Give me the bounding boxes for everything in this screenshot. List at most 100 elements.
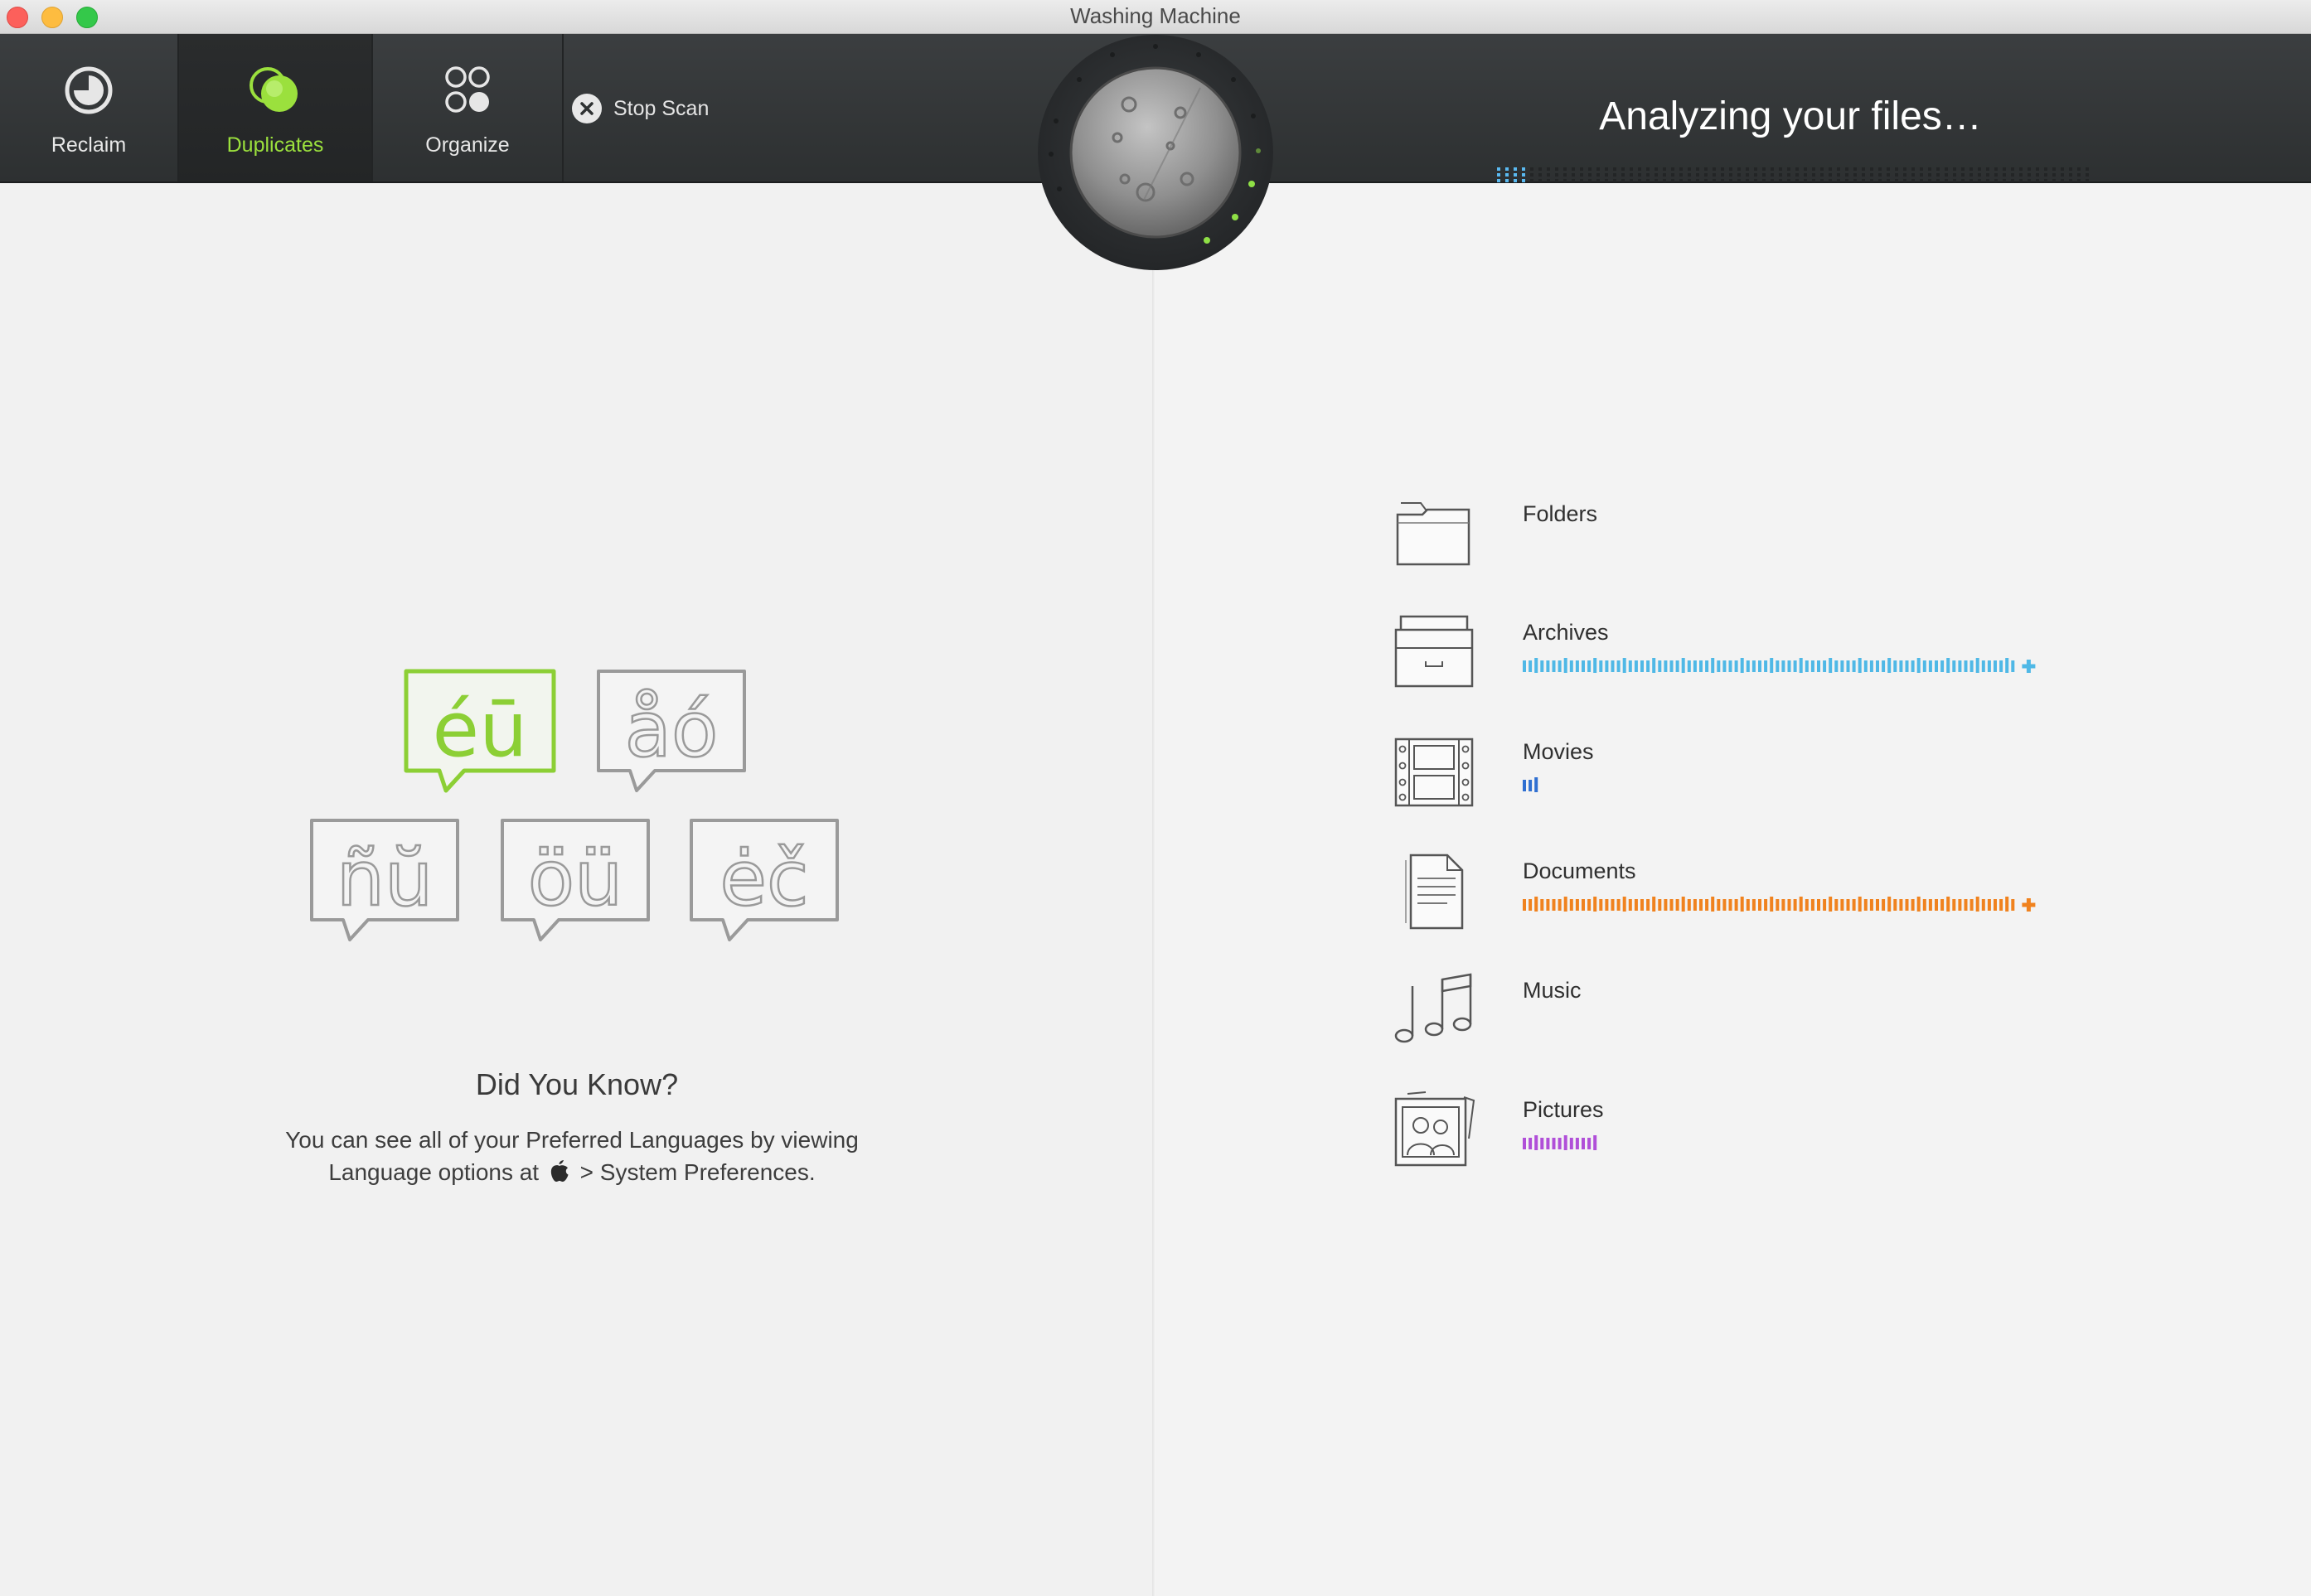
progress-dot-empty (1655, 167, 1658, 171)
category-bar-tick (1899, 899, 1903, 911)
progress-dot-empty (1994, 179, 1998, 182)
category-row[interactable]: Music (1393, 970, 2056, 1052)
category-bar-tick (1529, 780, 1533, 791)
archive-icon (1394, 615, 1474, 688)
category-bar-tick (1552, 899, 1556, 911)
category-bar-tick (1558, 660, 1562, 672)
progress-dot-empty (2077, 179, 2081, 182)
progress-dot-empty (1945, 173, 1948, 177)
progress-dot-empty (1547, 173, 1550, 177)
progress-dot-empty (1563, 167, 1567, 171)
category-bar-tick (1846, 899, 1850, 911)
svg-text:ñŭ: ñŭ (337, 834, 434, 923)
progress-dot-empty (1746, 167, 1749, 171)
category-bar-tick (1529, 660, 1533, 672)
category-row[interactable]: Movies (1393, 731, 2056, 814)
category-bar-tick (1840, 660, 1844, 672)
category-bar-tick (1893, 660, 1897, 672)
progress-dot-empty (1903, 179, 1906, 182)
category-bar-tick (1846, 660, 1850, 672)
progress-dot-empty (1829, 179, 1832, 182)
category-bar-tick (1958, 660, 1962, 672)
progress-dot-empty (1936, 167, 1940, 171)
title-bar: Washing Machine (0, 0, 2311, 34)
stop-scan-button[interactable]: Stop Scan (572, 90, 709, 127)
category-bar-tick (1634, 899, 1638, 911)
category-bar-tick (1640, 660, 1644, 672)
progress-dot-empty (1911, 173, 1915, 177)
progress-dot-empty (1671, 173, 1674, 177)
progress-dot-empty (1804, 179, 1807, 182)
tab-reclaim[interactable]: Reclaim (0, 34, 179, 181)
progress-dot-empty (1746, 173, 1749, 177)
category-bar-tick (1740, 658, 1744, 673)
category-bar-tick (1975, 658, 1979, 673)
category-bar-tick (1611, 899, 1615, 911)
progress-dot-empty (1953, 167, 1956, 171)
tab-organize[interactable]: Organize (373, 34, 564, 181)
progress-dot-empty (2019, 173, 2023, 177)
category-bar-tick (1746, 899, 1750, 911)
progress-dot-empty (1928, 167, 1931, 171)
category-bar-tick (1776, 899, 1780, 911)
category-bar-tick (1563, 897, 1567, 912)
category-row[interactable]: Archives (1393, 612, 2056, 694)
svg-text:åó: åó (625, 685, 719, 774)
document-icon (1405, 854, 1464, 930)
category-row[interactable]: Pictures (1393, 1089, 2056, 1172)
progress-dot-empty (1820, 179, 1824, 182)
category-bar-tick (1999, 899, 2003, 911)
category-bar-tick (1793, 899, 1797, 911)
progress-dot-empty (1920, 167, 1923, 171)
category-bar-tick (1652, 658, 1656, 673)
progress-dot-empty (2061, 167, 2064, 171)
category-bar-tick (1781, 660, 1785, 672)
category-bar-tick (1852, 660, 1856, 672)
film-icon (1394, 738, 1474, 807)
progress-dot-empty (1787, 173, 1790, 177)
progress-dot-empty (1713, 179, 1716, 182)
scan-progress-bar (1497, 167, 2089, 182)
category-bar-tick (1523, 899, 1526, 911)
progress-dot-empty (1804, 167, 1807, 171)
progress-dot-empty (1961, 167, 1965, 171)
category-bar-tick (1546, 899, 1550, 911)
category-row[interactable]: Folders (1393, 493, 2056, 576)
category-bar-tick (1534, 897, 1538, 912)
progress-dot-empty (1596, 173, 1600, 177)
category-bar-tick (1540, 1138, 1544, 1149)
category-bar-tick (1829, 658, 1833, 673)
progress-dot-empty (1588, 173, 1592, 177)
category-bar-tick (1793, 660, 1797, 672)
progress-dot-empty (1903, 167, 1906, 171)
category-bar-tick (1817, 899, 1820, 911)
category-bar-tick (1987, 899, 1991, 911)
category-row[interactable]: Documents (1393, 850, 2056, 933)
progress-dot-empty (1920, 173, 1923, 177)
progress-dot-empty (1953, 179, 1956, 182)
category-bar-tick (1593, 897, 1597, 912)
progress-dot-empty (1621, 167, 1625, 171)
category-bar-tick (1787, 660, 1791, 672)
category-bar-tick (2011, 660, 2015, 672)
category-bar-tick (1599, 899, 1603, 911)
scan-dial-icon (1038, 35, 1273, 270)
progress-dot-empty (1795, 179, 1799, 182)
tip-heading: Did You Know? (475, 1067, 679, 1101)
category-bar-tick (1905, 660, 1909, 672)
progress-dot-empty (1945, 167, 1948, 171)
tab-duplicates[interactable]: Duplicates (179, 34, 373, 181)
progress-dot-empty (1613, 173, 1616, 177)
progress-dot-empty (1878, 167, 1882, 171)
progress-dot-empty (1845, 167, 1848, 171)
progress-dot-empty (2052, 173, 2056, 177)
progress-dot-empty (1588, 167, 1592, 171)
progress-dot-empty (2011, 173, 2014, 177)
progress-dot-empty (1928, 173, 1931, 177)
category-bar-tick (2005, 658, 2009, 673)
category-bar-tick (1558, 899, 1562, 911)
progress-dot-empty (1895, 173, 1898, 177)
progress-dot-filled (1505, 179, 1509, 182)
progress-dot-empty (1812, 173, 1815, 177)
progress-dot-empty (1762, 179, 1766, 182)
